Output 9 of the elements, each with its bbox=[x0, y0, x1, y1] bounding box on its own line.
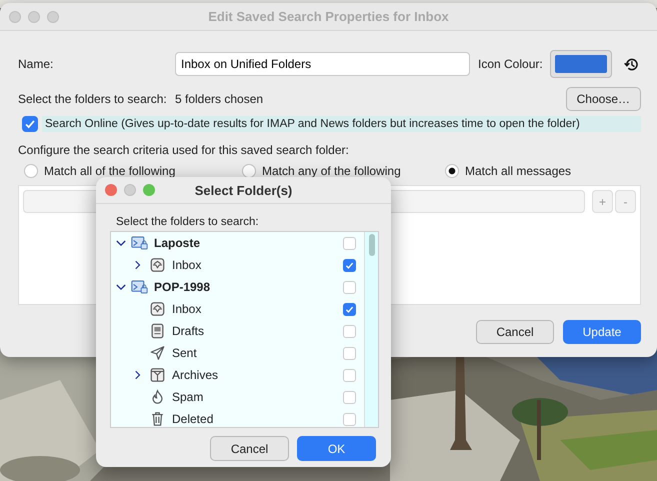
dialog-title: Select Folder(s) bbox=[194, 182, 292, 198]
criteria-label: Configure the search criteria used for this saved search folder: bbox=[18, 143, 350, 157]
window-title: Edit Saved Search Properties for Inbox bbox=[208, 9, 449, 24]
folders-prompt: Select the folders to search: bbox=[116, 216, 260, 228]
folders-count: 5 folders chosen bbox=[175, 92, 264, 106]
folders-label: Select the folders to search: bbox=[18, 92, 168, 106]
search-online-label: Search Online (Gives up-to-date results for IMAP and News folders but increases time to open the folder) bbox=[42, 116, 641, 132]
name-label: Name: bbox=[18, 57, 54, 71]
icon-colour-label: Icon Colour: bbox=[478, 57, 543, 71]
